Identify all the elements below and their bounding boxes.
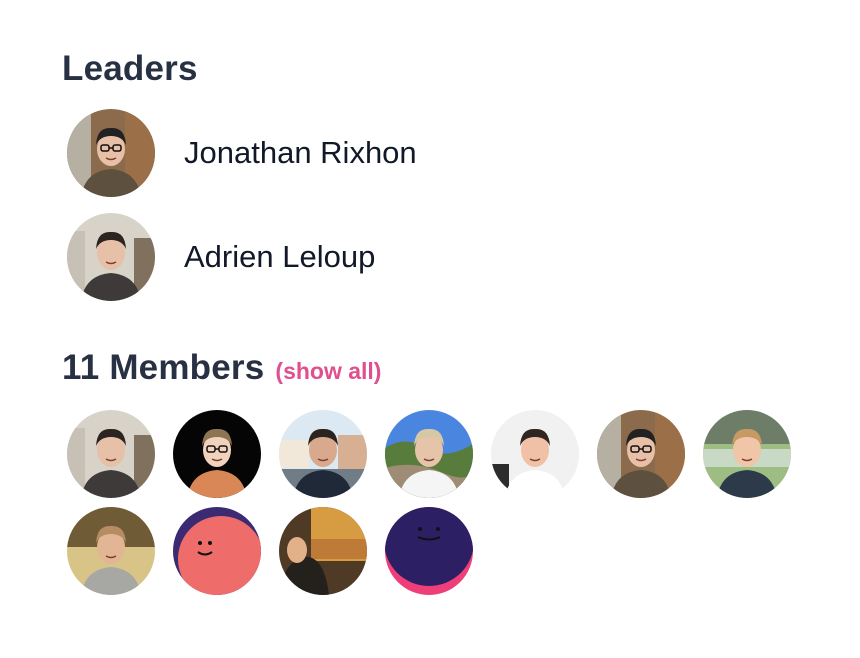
group-panel: Leaders Jonathan Rixhon Adrien Leloup 11…: [62, 44, 822, 595]
members-heading: 11 Members: [62, 348, 265, 387]
member-avatar[interactable]: [173, 410, 261, 498]
member-avatar[interactable]: [491, 410, 579, 498]
members-grid: [67, 410, 822, 595]
avatar[interactable]: [67, 109, 155, 197]
leader-name[interactable]: Adrien Leloup: [184, 237, 375, 277]
member-avatar[interactable]: [385, 507, 473, 595]
show-all-link[interactable]: (show all): [275, 358, 381, 385]
member-avatar[interactable]: [67, 507, 155, 595]
member-avatar[interactable]: [279, 410, 367, 498]
leaders-list: Jonathan Rixhon Adrien Leloup: [62, 109, 822, 301]
leader-name[interactable]: Jonathan Rixhon: [184, 133, 417, 173]
avatar[interactable]: [67, 213, 155, 301]
member-avatar[interactable]: [385, 410, 473, 498]
leader-row[interactable]: Adrien Leloup: [67, 213, 822, 301]
members-header: 11 Members (show all): [62, 343, 822, 393]
leaders-heading: Leaders: [62, 49, 198, 88]
member-avatar[interactable]: [173, 507, 261, 595]
member-avatar[interactable]: [67, 410, 155, 498]
member-avatar[interactable]: [703, 410, 791, 498]
member-avatar[interactable]: [597, 410, 685, 498]
member-avatar[interactable]: [279, 507, 367, 595]
leader-row[interactable]: Jonathan Rixhon: [67, 109, 822, 197]
